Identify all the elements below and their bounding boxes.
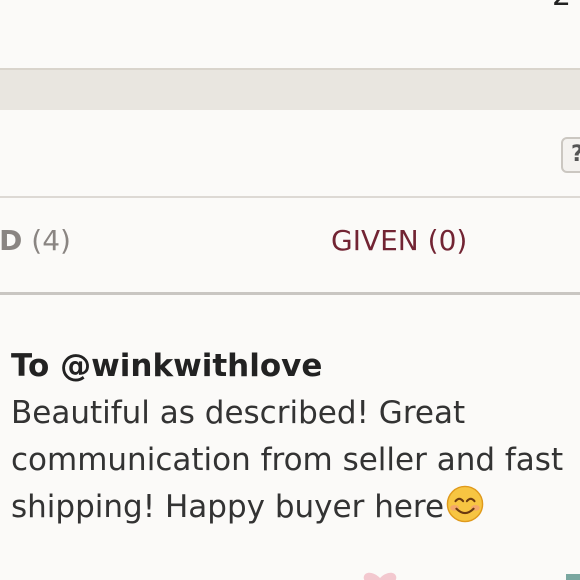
search-row xyxy=(0,110,580,198)
smiling-face-icon xyxy=(446,485,484,523)
help-button[interactable]: ? xyxy=(561,137,580,173)
review-recipient[interactable]: To @winkwithlove xyxy=(11,346,571,386)
tab-received[interactable]: ED (4) xyxy=(0,224,71,257)
page: 2 ? ED (4) GIVEN (0) To @winkwithlove Be… xyxy=(0,0,580,580)
help-button-label: ? xyxy=(571,142,580,167)
top-bar: 2 xyxy=(0,0,580,68)
review-text-block: Beautiful as described! Great communicat… xyxy=(11,390,571,531)
bottom-image-edge xyxy=(566,574,580,580)
header-texture-band xyxy=(0,68,580,112)
heart-icon[interactable] xyxy=(360,572,400,580)
tab-given-label: GIVEN (0) xyxy=(331,224,468,257)
tab-bar xyxy=(0,198,580,295)
review-item: To @winkwithlove Beautiful as described!… xyxy=(11,346,571,531)
tab-received-label: ED xyxy=(0,224,23,257)
tab-received-count: (4) xyxy=(31,224,71,257)
tab-given[interactable]: GIVEN (0) xyxy=(331,224,467,257)
top-corner-text: 2 xyxy=(552,0,571,13)
